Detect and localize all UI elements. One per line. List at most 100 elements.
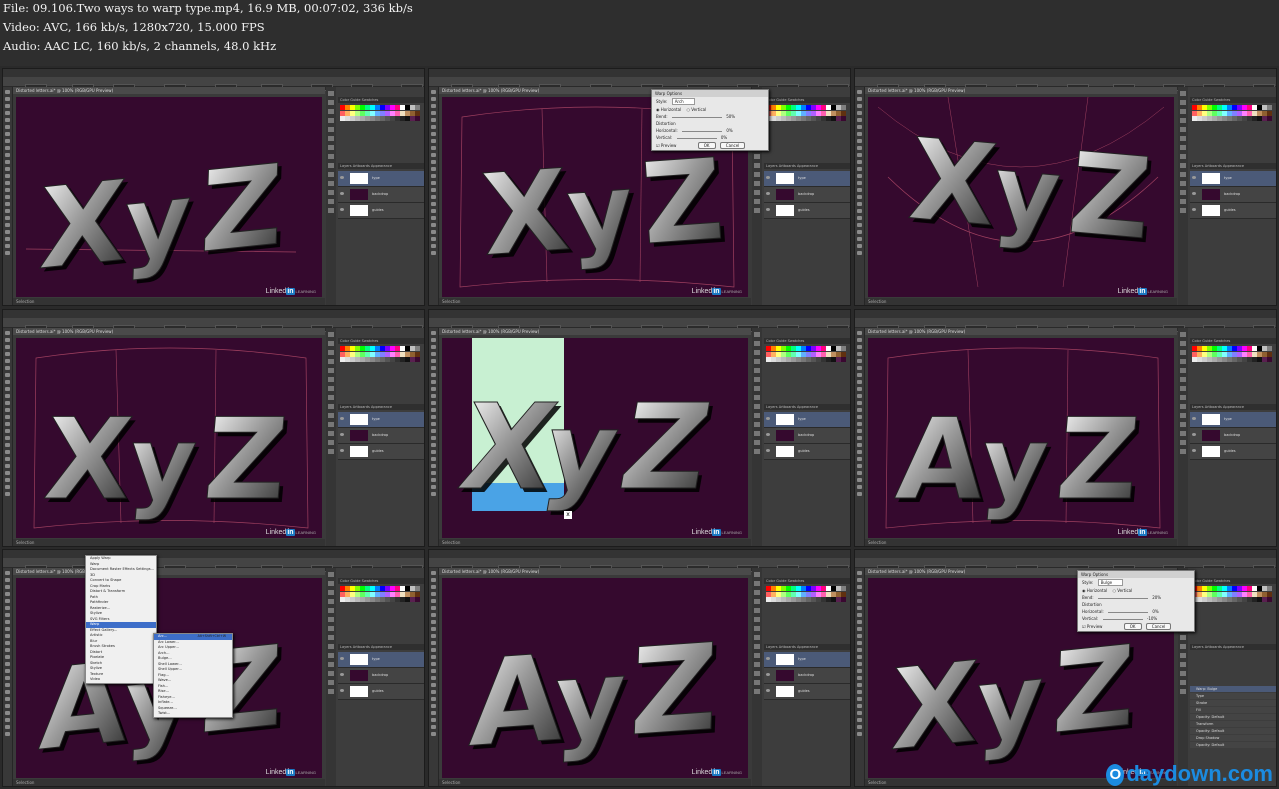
swatch[interactable] (816, 597, 821, 602)
swatch[interactable] (816, 351, 821, 357)
tool-icon[interactable] (5, 174, 10, 178)
swatch[interactable] (1237, 346, 1242, 351)
swatch[interactable] (395, 591, 400, 597)
swatch[interactable] (385, 116, 390, 121)
swatch[interactable] (1197, 591, 1202, 597)
panel-icon[interactable] (328, 404, 334, 409)
tool-icon[interactable] (431, 331, 436, 335)
swatch[interactable] (821, 105, 826, 110)
layer-row[interactable]: guides (1190, 444, 1276, 460)
panel-icon[interactable] (328, 350, 334, 355)
panel-icon[interactable] (754, 644, 760, 649)
swatch[interactable] (786, 357, 791, 362)
panel-icon[interactable] (1180, 635, 1186, 640)
swatch[interactable] (836, 591, 841, 597)
tool-icon[interactable] (857, 690, 862, 694)
appearance-item[interactable]: Opacity: Default (1190, 742, 1276, 748)
panel-icon[interactable] (328, 208, 334, 213)
tool-icon[interactable] (857, 139, 862, 143)
tool-icon[interactable] (857, 725, 862, 729)
panel-icon[interactable] (754, 359, 760, 364)
artboard[interactable]: XXyyZZ (16, 338, 322, 538)
swatch[interactable] (385, 597, 390, 602)
swatch[interactable] (776, 116, 781, 121)
swatches-tabs[interactable]: Color Guide Swatches (1190, 97, 1276, 103)
tool-icon[interactable] (857, 394, 862, 398)
swatch[interactable] (816, 357, 821, 362)
swatch[interactable] (1232, 346, 1237, 351)
tool-icon[interactable] (5, 202, 10, 206)
swatch[interactable] (1222, 116, 1227, 121)
swatch[interactable] (380, 597, 385, 602)
tool-icon[interactable] (857, 613, 862, 617)
swatch[interactable] (781, 351, 786, 357)
tool-icon[interactable] (857, 471, 862, 475)
tool-icon[interactable] (5, 606, 10, 610)
tool-icon[interactable] (5, 457, 10, 461)
swatch[interactable] (395, 105, 400, 110)
swatch[interactable] (826, 110, 831, 116)
swatch[interactable] (1207, 591, 1212, 597)
swatch[interactable] (791, 586, 796, 591)
swatch[interactable] (811, 357, 816, 362)
swatch[interactable] (836, 110, 841, 116)
tool-icon[interactable] (857, 216, 862, 220)
tool-icon[interactable] (5, 118, 10, 122)
tool-icon[interactable] (857, 655, 862, 659)
swatch[interactable] (801, 110, 806, 116)
swatch[interactable] (1212, 591, 1217, 597)
cancel-button[interactable]: Cancel (1145, 623, 1172, 630)
swatch[interactable] (826, 346, 831, 351)
swatch[interactable] (400, 586, 405, 591)
panel-icon[interactable] (1180, 377, 1186, 382)
style-dropdown[interactable]: Arch (671, 98, 695, 105)
swatch[interactable] (806, 116, 811, 121)
swatch[interactable] (841, 105, 846, 110)
swatch[interactable] (781, 105, 786, 110)
swatch[interactable] (345, 116, 350, 121)
eye-icon[interactable] (340, 449, 344, 452)
panel-icon[interactable] (754, 395, 760, 400)
tool-icon[interactable] (857, 669, 862, 673)
swatch[interactable] (1227, 351, 1232, 357)
tool-icon[interactable] (431, 429, 436, 433)
swatch[interactable] (1267, 597, 1272, 602)
swatch[interactable] (405, 346, 410, 351)
document-tab[interactable]: Distorted letters.ai* @ 100% (RGB/GPU Pr… (13, 87, 325, 94)
tool-icon[interactable] (431, 725, 436, 729)
appearance-item[interactable]: Fill (1190, 707, 1276, 713)
swatch[interactable] (415, 597, 420, 602)
swatch[interactable] (841, 357, 846, 362)
swatch[interactable] (1257, 597, 1262, 602)
panel-icon[interactable] (1180, 136, 1186, 141)
swatch[interactable] (345, 357, 350, 362)
layer-row[interactable]: backdrop (764, 428, 850, 444)
swatch[interactable] (350, 346, 355, 351)
panel-icon[interactable] (754, 199, 760, 204)
swatch[interactable] (1267, 105, 1272, 110)
swatch[interactable] (831, 591, 836, 597)
swatch[interactable] (1242, 116, 1247, 121)
panel-icon[interactable] (1180, 449, 1186, 454)
swatch[interactable] (771, 351, 776, 357)
tool-icon[interactable] (857, 174, 862, 178)
tool-icon[interactable] (5, 251, 10, 255)
tool-icon[interactable] (5, 443, 10, 447)
swatch[interactable] (1237, 591, 1242, 597)
swatch[interactable] (1257, 586, 1262, 591)
swatch[interactable] (816, 110, 821, 116)
panel-icon[interactable] (1180, 154, 1186, 159)
swatches-tabs[interactable]: Color Guide Swatches (764, 578, 850, 584)
swatch[interactable] (1212, 586, 1217, 591)
eye-icon[interactable] (766, 689, 770, 692)
swatch[interactable] (781, 586, 786, 591)
appearance-item[interactable]: Type (1190, 693, 1276, 699)
eye-icon[interactable] (1192, 433, 1196, 436)
swatch[interactable] (415, 351, 420, 357)
eye-icon[interactable] (1192, 208, 1196, 211)
swatch[interactable] (400, 357, 405, 362)
tool-icon[interactable] (431, 641, 436, 645)
swatch[interactable] (390, 105, 395, 110)
swatch[interactable] (1207, 597, 1212, 602)
tool-icon[interactable] (431, 613, 436, 617)
